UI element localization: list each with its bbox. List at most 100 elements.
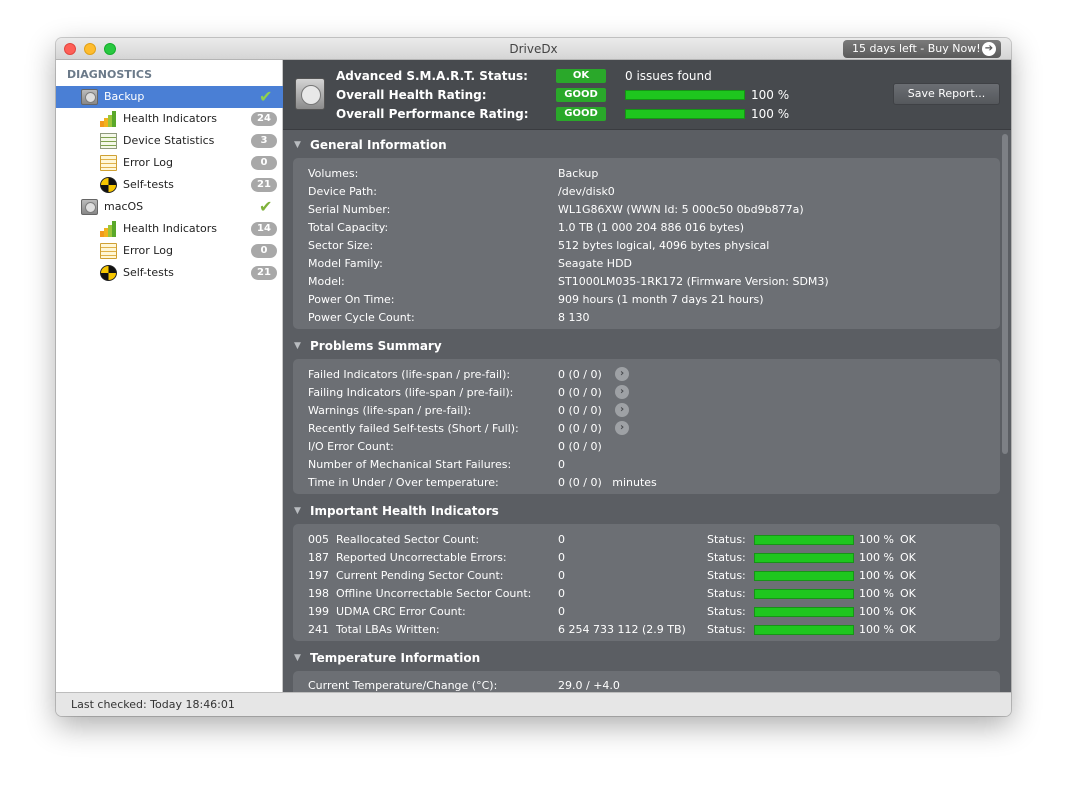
general-row-label: Power Cycle Count: — [308, 311, 415, 324]
disclosure-triangle-icon[interactable]: ▼ — [294, 341, 301, 351]
general-row-value: 1.0 TB (1 000 204 886 016 bytes) — [558, 221, 745, 234]
general-row-label: Model Family: — [308, 257, 383, 270]
problem-row-value: 0 (0 / 0) — [558, 440, 602, 453]
health-status-ok: OK — [900, 569, 916, 582]
health-status-bar — [754, 589, 854, 599]
health-status-bar — [754, 535, 854, 545]
go-arrow-icon[interactable]: › — [615, 403, 629, 417]
disclosure-triangle-icon[interactable]: ▼ — [294, 653, 301, 663]
issues-found-text: 0 issues found — [625, 69, 712, 83]
general-row-value: /dev/disk0 — [558, 185, 615, 198]
app-window: DriveDx 15 days left - Buy Now! ➔ DIAGNO… — [56, 38, 1011, 716]
health-row-label: 187 Reported Uncorrectable Errors: — [308, 551, 507, 564]
health-row-value: 0 — [558, 533, 565, 546]
problem-row-label: Recently failed Self-tests (Short / Full… — [308, 422, 519, 435]
log-icon — [100, 155, 117, 171]
problem-row-value: 0 (0 / 0) minutes — [558, 476, 657, 489]
general-row-value: 512 bytes logical, 4096 bytes physical — [558, 239, 770, 252]
status-header: Advanced S.M.A.R.T. Status: OK 0 issues … — [283, 60, 1011, 130]
general-row-value: 8 130 — [558, 311, 590, 324]
status-label: Status: — [707, 569, 746, 582]
problem-row-label: I/O Error Count: — [308, 440, 394, 453]
health-row-label: 197 Current Pending Sector Count: — [308, 569, 504, 582]
sidebar-item-label: Health Indicators — [123, 112, 217, 125]
sidebar-item-macos-health-indicators[interactable]: Health Indicators 14 — [56, 218, 283, 240]
sidebar-item-macos[interactable]: macOS ✔ — [56, 196, 283, 218]
sidebar-item-backup-health-indicators[interactable]: Health Indicators 24 — [56, 108, 283, 130]
health-status-bar — [754, 625, 854, 635]
general-row-label: Sector Size: — [308, 239, 374, 252]
performance-rating-percent: 100 % — [751, 107, 790, 121]
sidebar-item-macos-error-log[interactable]: Error Log 0 — [56, 240, 283, 262]
problem-row-value: 0 (0 / 0) — [558, 404, 602, 417]
last-checked-text: Last checked: Today 18:46:01 — [71, 698, 235, 711]
general-row-label: Serial Number: — [308, 203, 391, 216]
health-row-value: 0 — [558, 605, 565, 618]
checkmark-icon: ✔ — [259, 87, 273, 106]
go-arrow-icon[interactable]: › — [615, 385, 629, 399]
health-status-percent: 100 % — [859, 623, 894, 636]
sidebar-heading: DIAGNOSTICS — [67, 68, 153, 81]
save-report-button[interactable]: Save Report... — [893, 83, 1000, 105]
buy-now-button[interactable]: 15 days left - Buy Now! ➔ — [843, 40, 1001, 58]
sidebar-item-label: Error Log — [123, 244, 173, 257]
disclosure-triangle-icon[interactable]: ▼ — [294, 140, 301, 150]
problem-row-value: 0 (0 / 0) — [558, 386, 602, 399]
general-row-label: Model: — [308, 275, 345, 288]
health-status-bar — [754, 571, 854, 581]
status-label: Status: — [707, 587, 746, 600]
title-bar: DriveDx 15 days left - Buy Now! ➔ — [56, 38, 1011, 60]
sidebar-item-backup[interactable]: Backup ✔ — [56, 86, 283, 108]
health-rating-bar — [625, 90, 745, 100]
health-status-ok: OK — [900, 551, 916, 564]
general-row-value: WL1G86XW (WWN Id: 5 000c50 0bd9b877a) — [558, 203, 804, 216]
health-status-ok: OK — [900, 623, 916, 636]
problem-row-label: Failing Indicators (life-span / pre-fail… — [308, 386, 514, 399]
general-row-label: Total Capacity: — [308, 221, 389, 234]
go-arrow-icon[interactable]: › — [615, 421, 629, 435]
health-status-ok: OK — [900, 587, 916, 600]
general-row-value: Seagate HDD — [558, 257, 633, 270]
scrollbar[interactable] — [1002, 134, 1008, 454]
count-badge: 21 — [251, 178, 277, 192]
section-title-general: General Information — [310, 138, 447, 152]
status-bar: Last checked: Today 18:46:01 — [56, 692, 1011, 716]
performance-rating-badge: GOOD — [556, 107, 606, 121]
health-status-ok: OK — [900, 533, 916, 546]
sidebar-item-label: Self-tests — [123, 266, 174, 279]
status-label: Status: — [707, 605, 746, 618]
count-badge: 0 — [251, 156, 277, 170]
sidebar-item-backup-self-tests[interactable]: Self-tests 21 — [56, 174, 283, 196]
sidebar-item-label: Backup — [104, 90, 145, 103]
sidebar-item-label: Device Statistics — [123, 134, 215, 147]
sidebar-item-backup-device-statistics[interactable]: Device Statistics 3 — [56, 130, 283, 152]
status-label: Status: — [707, 533, 746, 546]
health-row-label: 198 Offline Uncorrectable Sector Count: — [308, 587, 532, 600]
general-row-value: 909 hours (1 month 7 days 21 hours) — [558, 293, 764, 306]
sidebar-item-macos-self-tests[interactable]: Self-tests 21 — [56, 262, 283, 284]
disclosure-triangle-icon[interactable]: ▼ — [294, 506, 301, 516]
health-bars-icon — [100, 221, 117, 237]
health-status-percent: 100 % — [859, 587, 894, 600]
log-icon — [100, 243, 117, 259]
section-title-health: Important Health Indicators — [310, 504, 499, 518]
general-row-value: ST1000LM035-1RK172 (Firmware Version: SD… — [558, 275, 829, 288]
checkmark-icon: ✔ — [259, 197, 273, 216]
general-row-label: Power On Time: — [308, 293, 395, 306]
smart-status-badge: OK — [556, 69, 606, 83]
health-status-bar — [754, 607, 854, 617]
sidebar-item-backup-error-log[interactable]: Error Log 0 — [56, 152, 283, 174]
problem-row-label: Failed Indicators (life-span / pre-fail)… — [308, 368, 511, 381]
problem-row-label: Time in Under / Over temperature: — [308, 476, 499, 489]
count-badge: 24 — [251, 112, 277, 126]
health-row-label: 199 UDMA CRC Error Count: — [308, 605, 466, 618]
sidebar-item-label: macOS — [104, 200, 144, 213]
status-label: Status: — [707, 551, 746, 564]
count-badge: 3 — [251, 134, 277, 148]
health-row-label: 241 Total LBAs Written: — [308, 623, 440, 636]
sidebar-item-label: Health Indicators — [123, 222, 217, 235]
temperature-row-label: Current Temperature/Change (°C): — [308, 679, 498, 692]
temperature-row-value: 29.0 / +4.0 — [558, 679, 620, 692]
problem-row-value: 0 (0 / 0) — [558, 422, 602, 435]
go-arrow-icon[interactable]: › — [615, 367, 629, 381]
